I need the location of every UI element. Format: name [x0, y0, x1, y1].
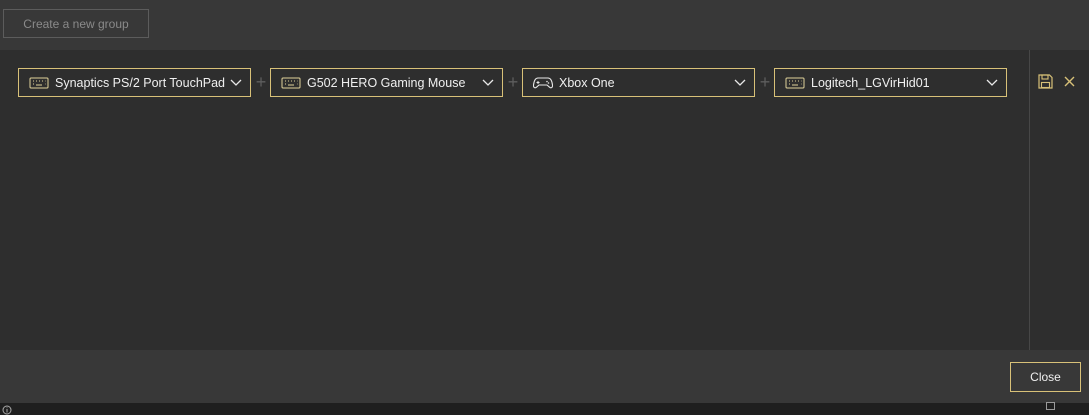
device-select-1[interactable]: Synaptics PS/2 Port TouchPad: [18, 68, 251, 97]
device-select-4[interactable]: Logitech_LGVirHid01: [774, 68, 1007, 97]
plus-separator-1: +: [255, 72, 267, 92]
bottom-bar: [0, 350, 1089, 403]
save-icon[interactable]: [1038, 74, 1053, 89]
top-toolbar: [0, 0, 1089, 50]
chevron-down-icon: [482, 79, 494, 86]
chevron-down-icon: [734, 79, 746, 86]
plus-separator-3: +: [759, 72, 771, 92]
device-label-3: Xbox One: [559, 75, 615, 90]
chevron-down-icon: [986, 79, 998, 86]
info-icon: [2, 405, 12, 415]
remove-group-icon[interactable]: [1064, 76, 1075, 87]
keyboard-icon: [785, 76, 805, 90]
create-new-group-button[interactable]: Create a new group: [3, 9, 149, 38]
gamepad-icon: [533, 76, 553, 90]
background-strip: [0, 403, 1089, 415]
chevron-down-icon: [230, 79, 242, 86]
device-label-1: Synaptics PS/2 Port TouchPad: [55, 75, 226, 90]
window-icon: [1046, 402, 1055, 410]
device-label-2: G502 HERO Gaming Mouse: [307, 75, 466, 90]
device-select-3[interactable]: Xbox One: [522, 68, 755, 97]
keyboard-icon: [281, 76, 301, 90]
plus-separator-2: +: [507, 72, 519, 92]
device-select-2[interactable]: G502 HERO Gaming Mouse: [270, 68, 503, 97]
side-divider: [1029, 50, 1030, 350]
keyboard-icon: [29, 76, 49, 90]
device-label-4: Logitech_LGVirHid01: [811, 75, 930, 90]
close-button[interactable]: Close: [1010, 362, 1081, 392]
